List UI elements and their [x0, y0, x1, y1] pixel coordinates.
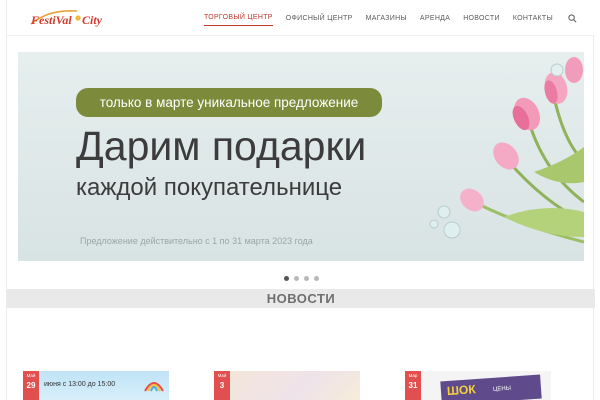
banner-headline: Дарим подарки	[76, 123, 367, 169]
sale-sign-big-text: ШОК	[446, 382, 477, 399]
news-section-header: НОВОСТИ	[7, 289, 595, 308]
nav-item-mall[interactable]: ТОРГОВЫЙ ЦЕНТР	[203, 10, 273, 26]
rainbow-icon	[144, 382, 164, 392]
date-badge: Май 29	[23, 371, 39, 400]
carousel-dot-3[interactable]	[303, 276, 309, 281]
date-day: 31	[408, 381, 418, 390]
news-card[interactable]: Мар 31 ШОК ЦЕНЫ	[405, 371, 551, 400]
festival-city-logo-icon: FestiVal City	[30, 9, 103, 27]
nav-item-office[interactable]: ОФИСНЫЙ ЦЕНТР	[286, 11, 353, 26]
sale-sign-small-text: ЦЕНЫ	[492, 385, 512, 393]
nav-item-rent[interactable]: АРЕНДА	[420, 11, 450, 26]
carousel-dot-1[interactable]	[283, 276, 289, 281]
carousel-dot-4[interactable]	[313, 276, 319, 281]
svg-text:FestiVal: FestiVal	[30, 13, 72, 27]
promo-pill: только в марте уникальное предложение	[76, 88, 382, 117]
news-card[interactable]: Май 29 июня с 13:00 до 15:00	[23, 371, 169, 400]
svg-text:City: City	[82, 13, 103, 27]
search-icon	[567, 13, 576, 22]
main-nav: ТОРГОВЫЙ ЦЕНТР ОФИСНЫЙ ЦЕНТР МАГАЗИНЫ АР…	[191, 0, 577, 36]
promo-banner[interactable]: только в марте уникальное предложение Да…	[18, 52, 584, 261]
date-month: Май	[26, 373, 36, 378]
sale-sign-image: ШОК ЦЕНЫ	[440, 374, 542, 400]
banner-subline: каждой покупательнице	[76, 174, 343, 201]
news-card-text: июня с 13:00 до 15:00	[44, 381, 116, 388]
date-day: 3	[219, 381, 225, 390]
nav-item-news[interactable]: НОВОСТИ	[463, 11, 500, 26]
nav-item-shops[interactable]: МАГАЗИНЫ	[366, 11, 407, 26]
news-card[interactable]: Май 3	[214, 371, 360, 400]
search-button[interactable]	[567, 13, 577, 23]
news-section-title: НОВОСТИ	[266, 291, 336, 306]
carousel-dots	[7, 276, 595, 281]
page-frame: FestiVal City ТОРГОВЫЙ ЦЕНТР ОФИСНЫЙ ЦЕН…	[6, 0, 595, 400]
banner-note: Предложение действительно с 1 по 31 март…	[80, 236, 313, 246]
date-badge: Май 3	[214, 371, 230, 400]
date-month: Мар	[408, 373, 418, 378]
date-day: 29	[26, 381, 36, 390]
nav-item-contacts[interactable]: КОНТАКТЫ	[513, 11, 553, 26]
tulips-image	[429, 57, 584, 244]
carousel-dot-2[interactable]	[293, 276, 299, 281]
site-header: FestiVal City ТОРГОВЫЙ ЦЕНТР ОФИСНЫЙ ЦЕН…	[7, 0, 595, 36]
date-month: Май	[217, 373, 227, 378]
date-badge: Мар 31	[405, 371, 421, 400]
promo-pill-text: только в марте уникальное предложение	[99, 95, 359, 110]
logo[interactable]: FestiVal City	[29, 6, 119, 30]
